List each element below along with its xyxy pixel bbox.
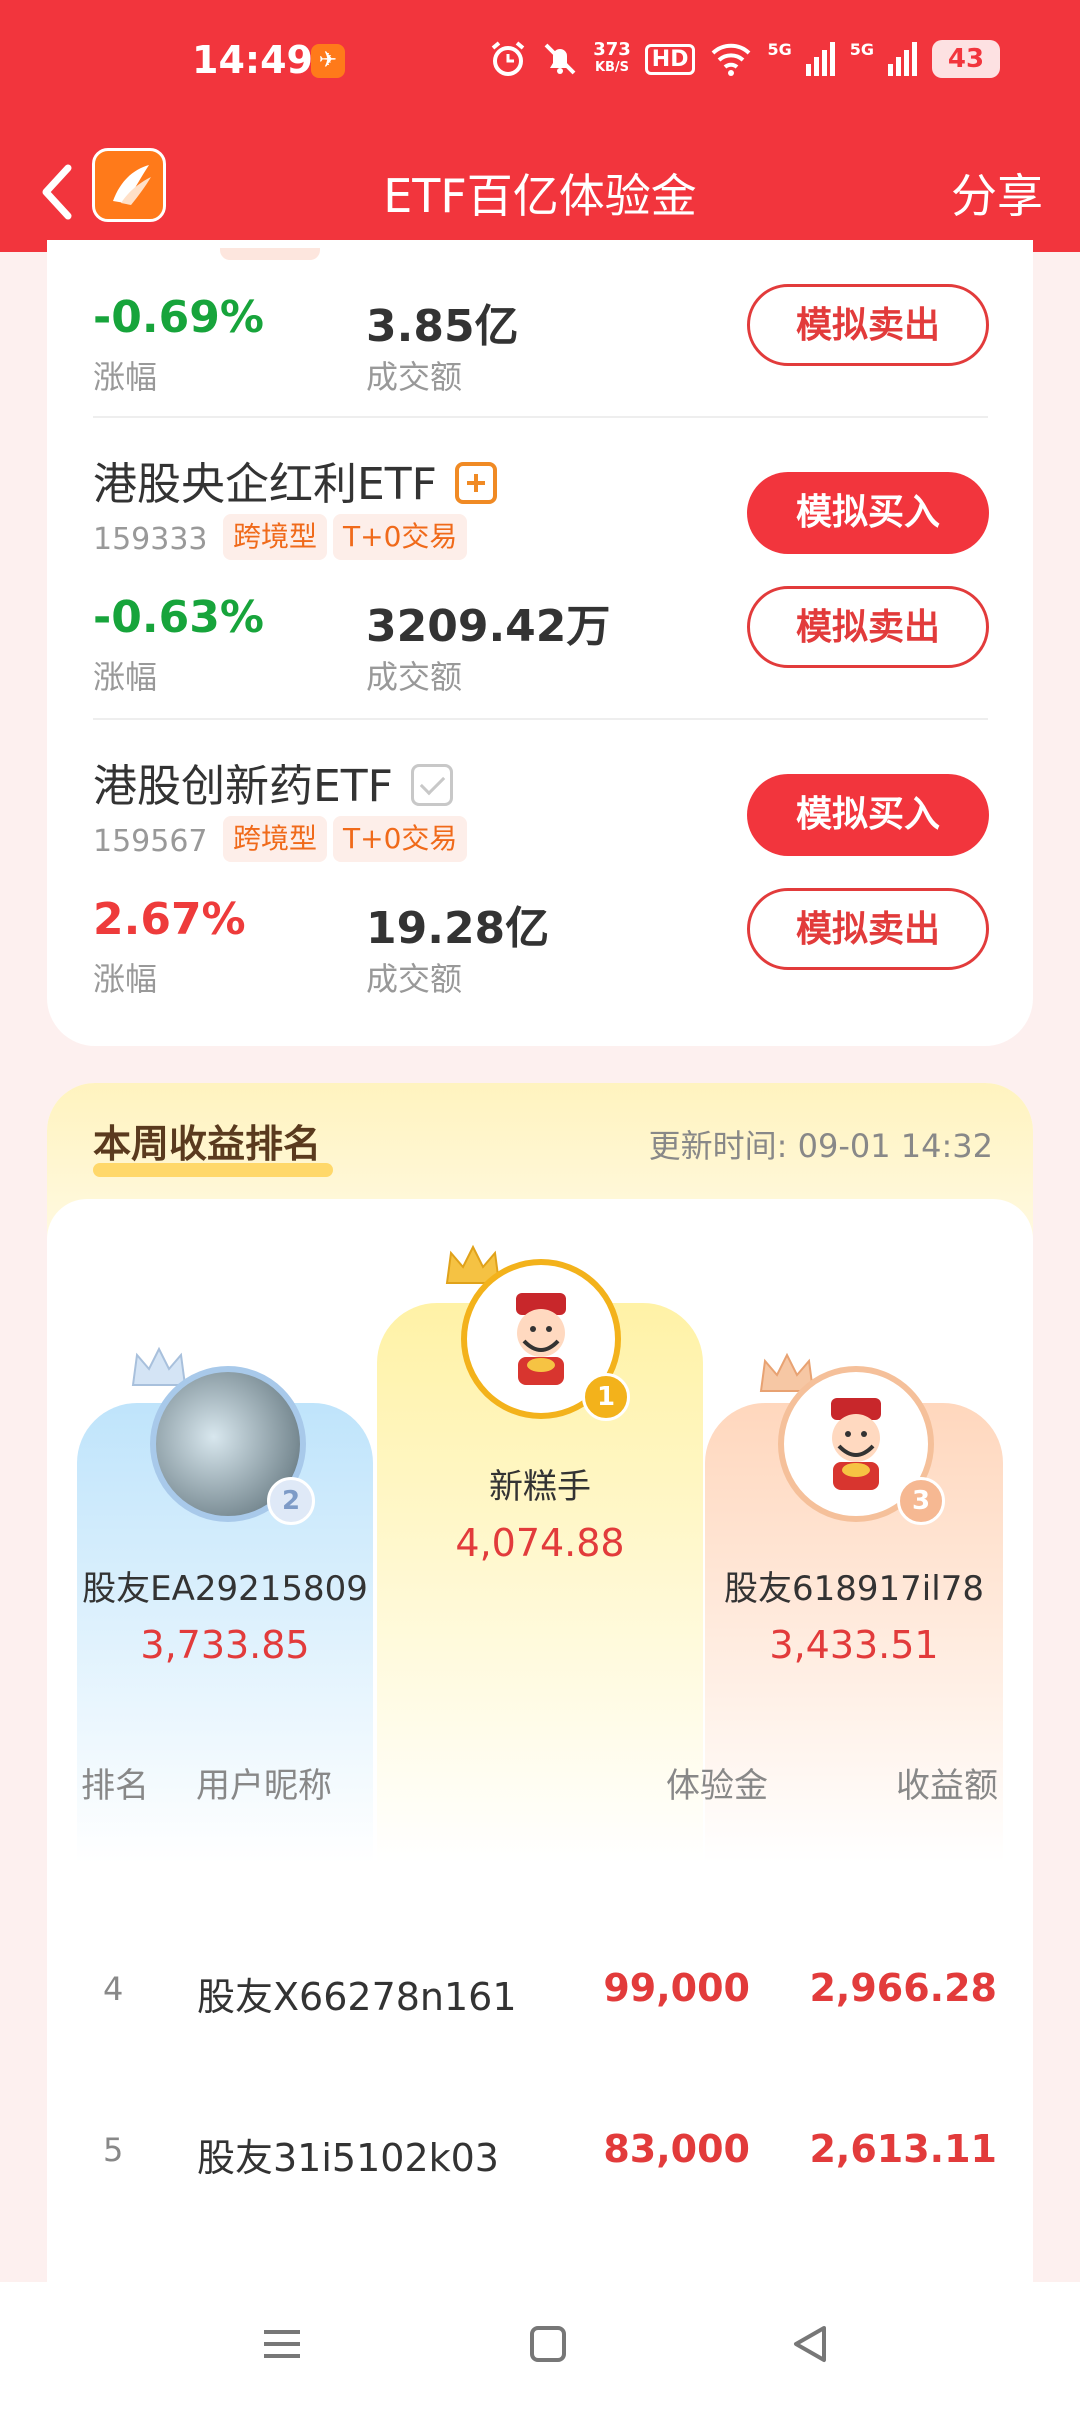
third-place-score: 3,433.51	[769, 1623, 939, 1667]
change-label: 涨幅	[93, 358, 158, 396]
row-experience: 83,000	[603, 2127, 750, 2171]
wifi-icon	[712, 43, 751, 76]
status-bar: 14:49 ✈ 373 KB/S HD 5G 5G 43	[0, 0, 1080, 120]
rank-2-medal-icon: 2	[267, 1477, 315, 1525]
row-earnings: 2,966.28	[809, 1966, 997, 2010]
change-value: 2.67%	[93, 894, 246, 945]
etf-item: -0.69% 涨幅 3.85亿 成交额 模拟卖出	[93, 252, 989, 418]
col-nickname-header: 用户昵称	[196, 1766, 332, 1806]
ranking-title: 本周收益排名	[93, 1122, 322, 1166]
rank-3-medal-icon: 3	[897, 1477, 945, 1525]
col-rank-header: 排名	[81, 1766, 149, 1806]
amount-label: 成交额	[366, 358, 463, 396]
row-rank: 4	[103, 1970, 124, 2008]
signal-bars-icon	[805, 42, 835, 76]
simulate-buy-button[interactable]: 模拟买入	[747, 472, 989, 554]
hd-icon: HD	[644, 43, 696, 75]
table-row: 5 股友31i5102k03 83,000 2,613.11	[47, 2073, 1033, 2233]
net-speed: 373 KB/S	[593, 39, 631, 76]
tag-t0: T+0交易	[333, 816, 468, 862]
change-value: -0.63%	[93, 592, 264, 643]
rank-1-medal-icon: 1	[582, 1373, 630, 1421]
row-nickname: 股友X66278n161	[197, 1975, 517, 2019]
etf-name: 港股创新药ETF	[93, 750, 453, 814]
etf-item: 港股央企红利ETF 159333 跨境型 T+0交易 模拟买入 -0.63% 涨…	[93, 418, 989, 720]
amount-label: 成交额	[366, 658, 463, 696]
signal-bars-icon-2	[888, 42, 917, 76]
tag-t0: T+0交易	[333, 514, 468, 560]
update-time: 更新时间: 09-01 14:32	[648, 1127, 993, 1165]
amount-value: 19.28亿	[366, 903, 550, 954]
change-label: 涨幅	[93, 960, 158, 998]
app-notification-icon: ✈	[311, 44, 345, 78]
mute-bell-icon	[544, 43, 576, 75]
simulate-buy-button[interactable]: 模拟买入	[747, 774, 989, 856]
row-experience: 99,000	[603, 1966, 750, 2010]
etf-name-text: 港股央企红利ETF	[93, 459, 437, 510]
system-nav-bar	[0, 2282, 1080, 2412]
back-nav-icon[interactable]	[790, 2324, 830, 2364]
add-watchlist-icon[interactable]	[455, 462, 497, 504]
etf-item: 港股创新药ETF 159567 跨境型 T+0交易 模拟买入 2.67% 涨幅 …	[93, 720, 989, 1020]
status-icons: 373 KB/S HD 5G 5G 43	[489, 34, 1000, 84]
second-place-name: 股友EA29215809	[82, 1569, 368, 1609]
col-earnings-header: 收益额	[896, 1766, 998, 1806]
alarm-icon	[491, 41, 525, 76]
etf-name: 港股央企红利ETF	[93, 448, 497, 512]
battery-icon: 43	[932, 40, 1000, 78]
third-place-name: 股友618917il78	[724, 1569, 984, 1609]
simulate-sell-button[interactable]: 模拟卖出	[747, 284, 989, 366]
first-place-score: 4,074.88	[455, 1521, 625, 1565]
signal-5g-2: 5G	[849, 39, 874, 59]
in-watchlist-check-icon[interactable]	[411, 764, 453, 806]
menu-icon[interactable]	[262, 2324, 302, 2364]
amount-label: 成交额	[366, 960, 463, 998]
status-time: 14:49	[192, 38, 313, 82]
etf-code: 159333	[93, 522, 208, 557]
home-icon[interactable]	[528, 2324, 568, 2364]
simulate-sell-button[interactable]: 模拟卖出	[747, 586, 989, 668]
first-place-name: 新糕手	[489, 1467, 591, 1507]
change-label: 涨幅	[93, 658, 158, 696]
page-title: ETF百亿体验金	[383, 169, 697, 223]
fortune-god-avatar-icon	[516, 1293, 566, 1385]
amount-value: 3.85亿	[366, 301, 519, 352]
row-rank: 5	[103, 2131, 124, 2169]
row-nickname: 股友31i5102k03	[197, 2136, 499, 2180]
col-experience-header: 体验金	[666, 1766, 768, 1806]
row-earnings: 2,613.11	[809, 2127, 997, 2171]
second-place-score: 3,733.85	[140, 1623, 310, 1667]
amount-value: 3209.42万	[366, 601, 611, 652]
table-row: 4 股友X66278n161 99,000 2,966.28	[47, 1912, 1033, 2072]
change-value: -0.69%	[93, 292, 264, 343]
tag-cross-border: 跨境型	[223, 816, 328, 862]
etf-code: 159567	[93, 824, 208, 859]
signal-5g-1: 5G	[767, 39, 792, 59]
etf-name-text: 港股创新药ETF	[93, 761, 393, 812]
simulate-sell-button[interactable]: 模拟卖出	[747, 888, 989, 970]
tag-cross-border: 跨境型	[223, 514, 328, 560]
fortune-god-avatar-icon	[831, 1398, 881, 1490]
header: 14:49 ✈ 373 KB/S HD 5G 5G 43 ETF百亿体验金 分享	[0, 0, 1080, 252]
share-button[interactable]: 分享	[951, 160, 1043, 226]
